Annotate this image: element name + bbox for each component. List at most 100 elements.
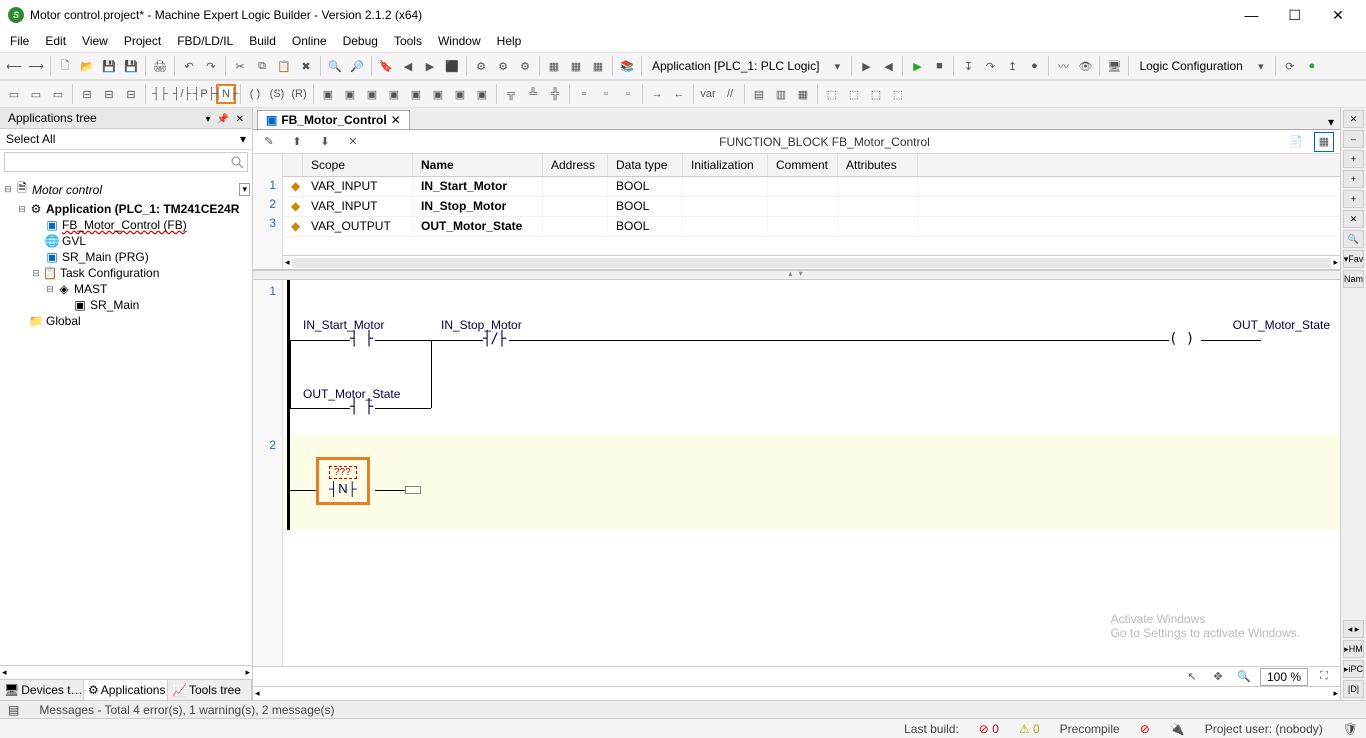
ld-misc-3[interactable]: ▫ [618, 84, 638, 104]
menu-debug[interactable]: Debug [343, 34, 378, 48]
ld-return[interactable]: ← [669, 84, 689, 104]
decl-down-icon[interactable]: ⬇ [315, 132, 335, 152]
paste-icon[interactable]: 📋 [274, 56, 294, 76]
decl-add-icon[interactable]: ✎ [259, 132, 279, 152]
zoom-level[interactable]: 100 % [1260, 668, 1308, 686]
tree-srmain2[interactable]: SR_Main [90, 298, 139, 312]
coil[interactable]: ( ) [1169, 331, 1194, 347]
tree-srmain[interactable]: SR_Main (PRG) [62, 250, 149, 264]
ld-tool-1[interactable]: ▭ [4, 84, 24, 104]
tab-applications[interactable]: ⚙Applications t… [84, 680, 168, 700]
tree-twisty[interactable]: ⊟ [16, 204, 28, 215]
menu-tools[interactable]: Tools [394, 34, 422, 48]
col-init[interactable]: Initialization [683, 154, 768, 176]
undo-icon[interactable]: ↶ [179, 56, 199, 76]
ld-branch-1[interactable]: ╦ [501, 84, 521, 104]
ld-box-6[interactable]: ▣ [428, 84, 448, 104]
ld-misc-1[interactable]: ▫ [574, 84, 594, 104]
bookmark-next-icon[interactable]: ▶ [420, 56, 440, 76]
decl-grid[interactable]: Scope Name Address Data type Initializat… [283, 154, 1340, 269]
menu-project[interactable]: Project [124, 34, 161, 48]
right-ipc[interactable]: ▸iPC [1343, 660, 1364, 678]
ld-tool-2[interactable]: ▭ [26, 84, 46, 104]
bookmark-icon[interactable]: 🔖 [376, 56, 396, 76]
login-icon[interactable]: ▶ [856, 56, 876, 76]
decl-view-table-icon[interactable]: ▦ [1314, 132, 1334, 152]
ld-box-3[interactable]: ▣ [362, 84, 382, 104]
open-icon[interactable]: 📂 [77, 56, 97, 76]
ld-tool-4[interactable]: ⊟ [77, 84, 97, 104]
decl-scroll-left[interactable]: ◂ [285, 257, 290, 268]
decl-scrollbar[interactable] [292, 258, 1332, 268]
decl-del-icon[interactable]: ✕ [343, 132, 363, 152]
new-n-contact[interactable]: ??? ┤N├ [316, 457, 370, 505]
outdent-icon[interactable]: ▦ [566, 56, 586, 76]
ld-box-7[interactable]: ▣ [450, 84, 470, 104]
copy-icon[interactable]: ⧉ [252, 56, 272, 76]
right-nav[interactable]: ◂ ▸ [1343, 620, 1364, 638]
run-icon[interactable]: ▶ [907, 56, 927, 76]
ld-comment[interactable]: // [720, 84, 740, 104]
contact-label[interactable]: IN_Start_Motor [303, 318, 384, 332]
ld-coil-s[interactable]: (S) [267, 84, 287, 104]
menu-edit[interactable]: Edit [45, 34, 66, 48]
editor-splitter[interactable] [253, 270, 1340, 280]
right-min[interactable]: – [1343, 130, 1364, 148]
coil-label[interactable]: OUT_Motor_State [1233, 318, 1330, 332]
tree-twisty[interactable]: ⊟ [44, 284, 56, 295]
ld-contact-n-highlighted[interactable]: ┤N├ [216, 84, 236, 104]
tree-fb[interactable]: FB_Motor_Control (FB) [62, 218, 187, 232]
menu-build[interactable]: Build [249, 34, 276, 48]
ld-align-3[interactable]: ▦ [793, 84, 813, 104]
new-contact-placeholder[interactable]: ??? [329, 466, 357, 479]
security-icon[interactable]: 🛡 [1343, 722, 1358, 736]
ld-net-4[interactable]: ⬚ [888, 84, 908, 104]
right-close[interactable]: ✕ [1343, 110, 1364, 128]
ld-align-2[interactable]: ▥ [771, 84, 791, 104]
col-attr[interactable]: Attributes [838, 154, 918, 176]
ld-misc-2[interactable]: ▫ [596, 84, 616, 104]
ld-contact-no[interactable]: ┤├ [150, 84, 170, 104]
no-contact[interactable]: ┤ ├ [350, 331, 372, 347]
decl-view-text-icon[interactable]: 📄 [1286, 132, 1306, 152]
ld-box-5[interactable]: ▣ [406, 84, 426, 104]
cursor-mode-icon[interactable]: ↖ [1182, 667, 1202, 687]
status-icon[interactable]: ● [1302, 56, 1322, 76]
ld-branch-3[interactable]: ╬ [545, 84, 565, 104]
watch-icon[interactable]: 👁 [1075, 56, 1095, 76]
nav-back-icon[interactable]: ⟵ [4, 56, 24, 76]
bookmark-clear-icon[interactable]: ⬛ [442, 56, 462, 76]
save-icon[interactable]: 💾 [99, 56, 119, 76]
find-icon[interactable]: 🔍 [325, 56, 345, 76]
contact-label[interactable]: IN_Stop_Motor [441, 318, 522, 332]
library-icon[interactable]: 📚 [617, 56, 637, 76]
tree-app[interactable]: Application (PLC_1: TM241CE24R [46, 202, 239, 216]
refresh-icon[interactable]: ⟳ [1280, 56, 1300, 76]
editor-scroll-left[interactable]: ◂ [255, 688, 260, 699]
decl-row[interactable]: ◆ VAR_INPUT IN_Start_Motor BOOL [283, 177, 1340, 197]
ladder-canvas[interactable]: IN_Start_Motor IN_Stop_Motor OUT_Motor_S… [283, 280, 1340, 666]
ld-net-3[interactable]: ⬚ [866, 84, 886, 104]
findnext-icon[interactable]: 🔎 [347, 56, 367, 76]
ld-branch-2[interactable]: ╩ [523, 84, 543, 104]
tree-twisty[interactable]: ⊟ [30, 268, 42, 279]
saveall-icon[interactable]: 💾 [121, 56, 141, 76]
editor-tab-close[interactable]: ✕ [391, 113, 401, 127]
messages-icon[interactable]: ▤ [8, 703, 19, 717]
minimize-button[interactable]: — [1231, 7, 1271, 23]
menu-online[interactable]: Online [292, 34, 327, 48]
col-scope[interactable]: Scope [303, 154, 413, 176]
ld-net-1[interactable]: ⬚ [822, 84, 842, 104]
tree-root-menu[interactable]: ▾ [239, 183, 250, 196]
ld-net-2[interactable]: ⬚ [844, 84, 864, 104]
cut-icon[interactable]: ✂ [230, 56, 250, 76]
menu-file[interactable]: File [10, 34, 29, 48]
editor-scroll-right[interactable]: ▸ [1333, 688, 1338, 699]
ld-tool-6[interactable]: ⊟ [121, 84, 141, 104]
decl-up-icon[interactable]: ⬆ [287, 132, 307, 152]
stop-icon[interactable]: ■ [929, 56, 949, 76]
ld-contact-p[interactable]: ┤P├ [194, 84, 214, 104]
zoom-fit-icon[interactable]: ⛶ [1314, 667, 1334, 687]
tree-root[interactable]: Motor control [32, 183, 102, 197]
step-out-icon[interactable]: ↥ [1002, 56, 1022, 76]
